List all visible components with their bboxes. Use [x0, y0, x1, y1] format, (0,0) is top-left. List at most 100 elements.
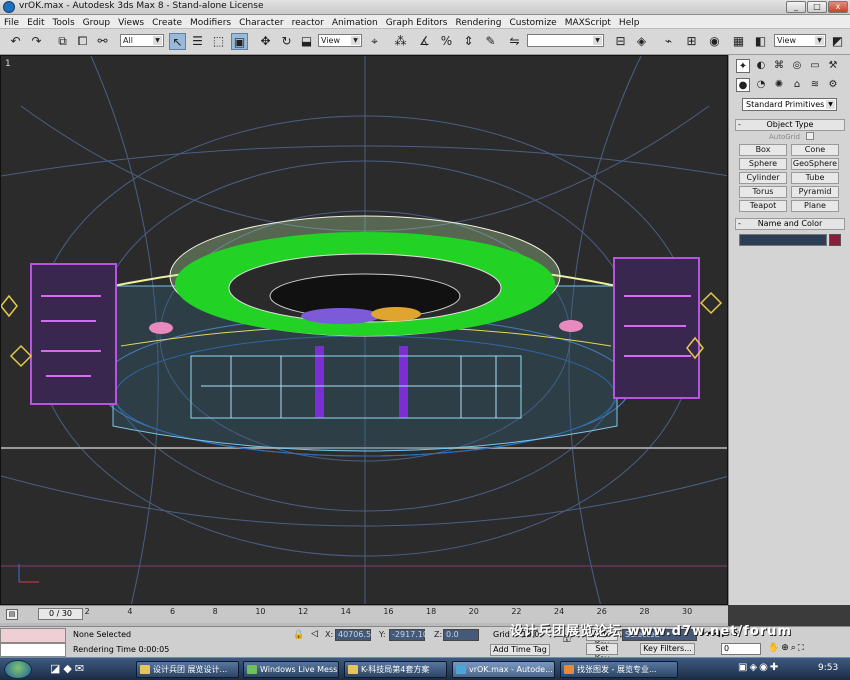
current-frame-field[interactable]: 0 [721, 643, 761, 655]
quick-render-icon[interactable]: ◧ [752, 33, 769, 50]
material-editor-icon[interactable]: ◉ [706, 33, 723, 50]
add-time-tag-button[interactable]: Add Time Tag [490, 644, 550, 656]
helpers-icon[interactable]: ≋ [808, 78, 822, 92]
minimize-button[interactable]: _ [786, 1, 806, 13]
modify-tab-icon[interactable]: ◐ [754, 59, 768, 73]
taskbar-item-active[interactable]: vrOK.max - Autode... [452, 661, 555, 678]
window-crossing-icon[interactable]: ▣ [231, 33, 248, 50]
geometry-icon[interactable]: ● [736, 78, 750, 92]
menu-reactor[interactable]: reactor [288, 16, 328, 29]
plane-button[interactable]: Plane [791, 200, 839, 212]
autogrid-checkbox[interactable] [806, 132, 814, 140]
select-object-icon[interactable]: ↖ [169, 33, 186, 50]
lock-selection-icon[interactable]: 🔒 [293, 630, 304, 640]
curve-editor-icon[interactable]: ⌁ [660, 33, 677, 50]
menu-rendering[interactable]: Rendering [452, 16, 506, 29]
menu-character[interactable]: Character [235, 16, 287, 29]
menu-help[interactable]: Help [615, 16, 644, 29]
angle-snap-icon[interactable]: ∡ [416, 33, 433, 50]
menu-group[interactable]: Group [79, 16, 114, 29]
menu-create[interactable]: Create [148, 16, 186, 29]
layer-manager-icon[interactable]: ◈ [633, 33, 650, 50]
cylinder-button[interactable]: Cylinder [739, 172, 787, 184]
cameras-icon[interactable]: ⌂ [790, 78, 804, 92]
utilities-tab-icon[interactable]: ⚒ [826, 59, 840, 73]
x-coordinate-field[interactable]: 40706.57 [335, 629, 376, 641]
select-by-name-icon[interactable]: ☰ [189, 33, 206, 50]
z-coordinate-field[interactable]: 0.0 [443, 629, 479, 641]
perspective-viewport[interactable]: 1 [0, 55, 728, 605]
maxscript-mini-listener-output[interactable] [0, 643, 66, 657]
render-type-dropdown[interactable]: View ▼ [774, 34, 826, 47]
box-button[interactable]: Box [739, 144, 787, 156]
system-tray-icons[interactable]: ▣◈◉✚ [738, 662, 780, 673]
spinner-snap-icon[interactable]: ⇕ [460, 33, 477, 50]
rectangular-selection-icon[interactable]: ⬚ [210, 33, 227, 50]
object-name-field[interactable] [739, 234, 827, 246]
absolute-mode-icon[interactable]: ◁ [311, 629, 318, 639]
set-key-button[interactable]: Set Key [586, 643, 618, 663]
menu-tools[interactable]: Tools [49, 16, 79, 29]
3dsmax-app-icon[interactable] [3, 1, 15, 13]
unlink-icon[interactable]: ⧠ [74, 33, 91, 50]
select-and-link-icon[interactable]: ⧉ [54, 33, 71, 50]
snaps-toggle-icon[interactable]: ⁂ [392, 33, 409, 50]
motion-tab-icon[interactable]: ◎ [790, 59, 804, 73]
menu-modifiers[interactable]: Modifiers [186, 16, 235, 29]
display-tab-icon[interactable]: ▭ [808, 59, 822, 73]
object-type-rollout[interactable]: - Object Type [735, 119, 845, 131]
selection-filter-dropdown[interactable]: All ▼ [120, 34, 164, 47]
menu-views[interactable]: Views [114, 16, 148, 29]
rotate-icon[interactable]: ↻ [278, 33, 295, 50]
menu-animation[interactable]: Animation [328, 16, 382, 29]
systems-icon[interactable]: ⚙ [826, 78, 840, 92]
create-tab-icon[interactable]: ✦ [736, 59, 750, 73]
named-selection-sets-dropdown[interactable]: ▼ [527, 34, 604, 47]
menu-file[interactable]: File [0, 16, 23, 29]
primitive-category-dropdown[interactable]: Standard Primitives ▼ [742, 98, 837, 111]
redo-icon[interactable]: ↷ [28, 33, 45, 50]
percent-snap-icon[interactable]: % [438, 33, 455, 50]
taskbar-item[interactable]: 找张图发 - 展览专业... [560, 661, 678, 678]
menu-edit[interactable]: Edit [23, 16, 48, 29]
teapot-button[interactable]: Teapot [739, 200, 787, 212]
y-coordinate-field[interactable]: -2917.103 [389, 629, 433, 641]
maximize-button[interactable]: □ [807, 1, 827, 13]
render-last-icon[interactable]: ◩ [829, 33, 846, 50]
shapes-icon[interactable]: ◔ [754, 78, 768, 92]
start-button[interactable] [4, 660, 32, 679]
bind-space-warp-icon[interactable]: ⚯ [94, 33, 111, 50]
taskbar-item[interactable]: 设计兵团 展览设计... [136, 661, 239, 678]
close-button[interactable]: x [828, 1, 848, 13]
menu-graph-editors[interactable]: Graph Editors [382, 16, 452, 29]
schematic-view-icon[interactable]: ⊞ [683, 33, 700, 50]
pivot-center-icon[interactable]: ⌖ [366, 33, 383, 50]
undo-icon[interactable]: ↶ [7, 33, 24, 50]
geosphere-button[interactable]: GeoSphere [791, 158, 839, 170]
hierarchy-tab-icon[interactable]: ⌘ [772, 59, 786, 73]
quick-launch-icons[interactable]: ◪◆✉ [50, 662, 87, 675]
sphere-button[interactable]: Sphere [739, 158, 787, 170]
maxscript-mini-listener[interactable] [0, 628, 66, 643]
taskbar-item[interactable]: Windows Live Mess... [243, 661, 339, 678]
viewport-label[interactable]: 1 [5, 59, 11, 69]
render-scene-icon[interactable]: ▦ [730, 33, 747, 50]
torus-button[interactable]: Torus [739, 186, 787, 198]
menu-customize[interactable]: Customize [505, 16, 560, 29]
viewport-navigation-controls[interactable]: ✋⊕⌕⛶ [768, 643, 806, 653]
align-icon[interactable]: ⊟ [612, 33, 629, 50]
cone-button[interactable]: Cone [791, 144, 839, 156]
move-icon[interactable]: ✥ [257, 33, 274, 50]
edit-named-selection-icon[interactable]: ✎ [482, 33, 499, 50]
tube-button[interactable]: Tube [791, 172, 839, 184]
key-filters-button[interactable]: Key Filters... [640, 643, 695, 655]
reference-coordinate-dropdown[interactable]: View ▼ [318, 34, 362, 47]
menu-maxscript[interactable]: MAXScript [561, 16, 615, 29]
scale-icon[interactable]: ⬓ [298, 33, 315, 50]
mirror-icon[interactable]: ⇋ [506, 33, 523, 50]
lights-icon[interactable]: ✺ [772, 78, 786, 92]
pyramid-button[interactable]: Pyramid [791, 186, 839, 198]
taskbar-item[interactable]: K-科技局第4套方案 [344, 661, 447, 678]
name-and-color-rollout[interactable]: - Name and Color [735, 218, 845, 230]
object-color-swatch[interactable] [829, 234, 841, 246]
